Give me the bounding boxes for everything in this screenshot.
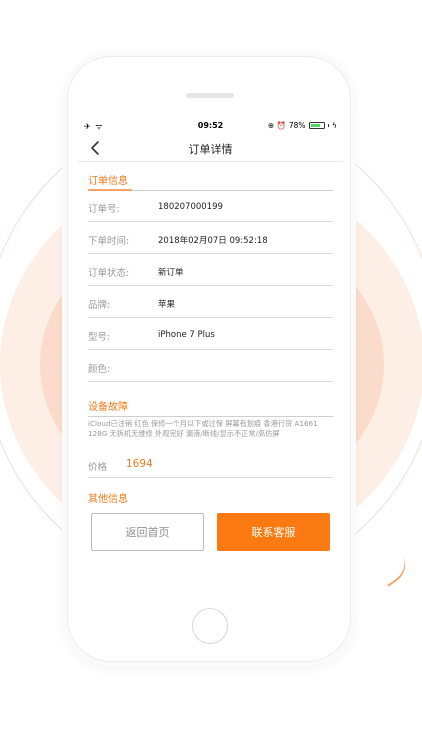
battery-tip bbox=[327, 124, 330, 127]
contact-service-button[interactable]: 联系客服 bbox=[217, 513, 330, 551]
price-value: 1694 bbox=[126, 458, 153, 470]
order-row-number: 订单号: 180207000199 bbox=[88, 190, 333, 222]
row-value: 2018年02月07日 09:52:18 bbox=[158, 236, 268, 246]
row-value: iPhone 7 Plus bbox=[158, 330, 215, 340]
phone-home-button[interactable] bbox=[192, 608, 228, 644]
app-screen: ✈ ᯤ 09:52 ⊕ ⏰ 78% ϟ 订单详情 订单信息 订单号: 18020… bbox=[78, 118, 343, 588]
battery-percent: 78% bbox=[288, 121, 306, 130]
battery-icon bbox=[308, 122, 325, 129]
row-value: 新订单 bbox=[158, 268, 184, 278]
order-row-model: 型号: iPhone 7 Plus bbox=[88, 318, 333, 350]
promo-stage: ✈ ᯤ 09:52 ⊕ ⏰ 78% ϟ 订单详情 订单信息 订单号: 18020… bbox=[0, 0, 422, 750]
location-alarm-icons: ⊕ ⏰ bbox=[267, 121, 286, 130]
section-title-order: 订单信息 bbox=[88, 176, 128, 187]
nav-bar: 订单详情 bbox=[78, 134, 343, 162]
row-value: 180207000199 bbox=[158, 202, 223, 212]
status-bar: ✈ ᯤ 09:52 ⊕ ⏰ 78% ϟ bbox=[78, 118, 343, 134]
order-row-time: 下单时间: 2018年02月07日 09:52:18 bbox=[88, 222, 333, 254]
phone-speaker bbox=[186, 93, 234, 98]
status-right: ⊕ ⏰ 78% ϟ bbox=[268, 121, 337, 130]
back-home-button[interactable]: 返回首页 bbox=[91, 513, 204, 551]
charging-icon: ϟ bbox=[332, 121, 337, 130]
battery-fill bbox=[310, 124, 320, 127]
order-row-color: 颜色: bbox=[88, 350, 333, 382]
section-divider bbox=[88, 416, 333, 417]
row-label: 下单时间: bbox=[88, 236, 130, 247]
price-row: 价格 1694 bbox=[88, 454, 333, 478]
row-label: 颜色: bbox=[88, 364, 111, 375]
row-label: 品牌: bbox=[88, 300, 111, 311]
row-label: 订单号: bbox=[88, 204, 120, 215]
background-arc bbox=[376, 553, 414, 587]
row-label: 型号: bbox=[88, 332, 111, 343]
row-value: 苹果 bbox=[158, 300, 176, 310]
section-title-fault: 设备故障 bbox=[88, 402, 128, 413]
page-title: 订单详情 bbox=[188, 143, 233, 156]
section-title-other: 其他信息 bbox=[88, 494, 128, 505]
order-row-brand: 品牌: 苹果 bbox=[88, 286, 333, 318]
price-label: 价格 bbox=[88, 462, 108, 473]
order-row-status: 订单状态: 新订单 bbox=[88, 254, 333, 286]
row-label: 订单状态: bbox=[88, 268, 130, 279]
fault-description: iCloud已注销 红色 保修一个月以下或过保 屏幕有划痕 香港行货 A1661… bbox=[88, 419, 318, 438]
